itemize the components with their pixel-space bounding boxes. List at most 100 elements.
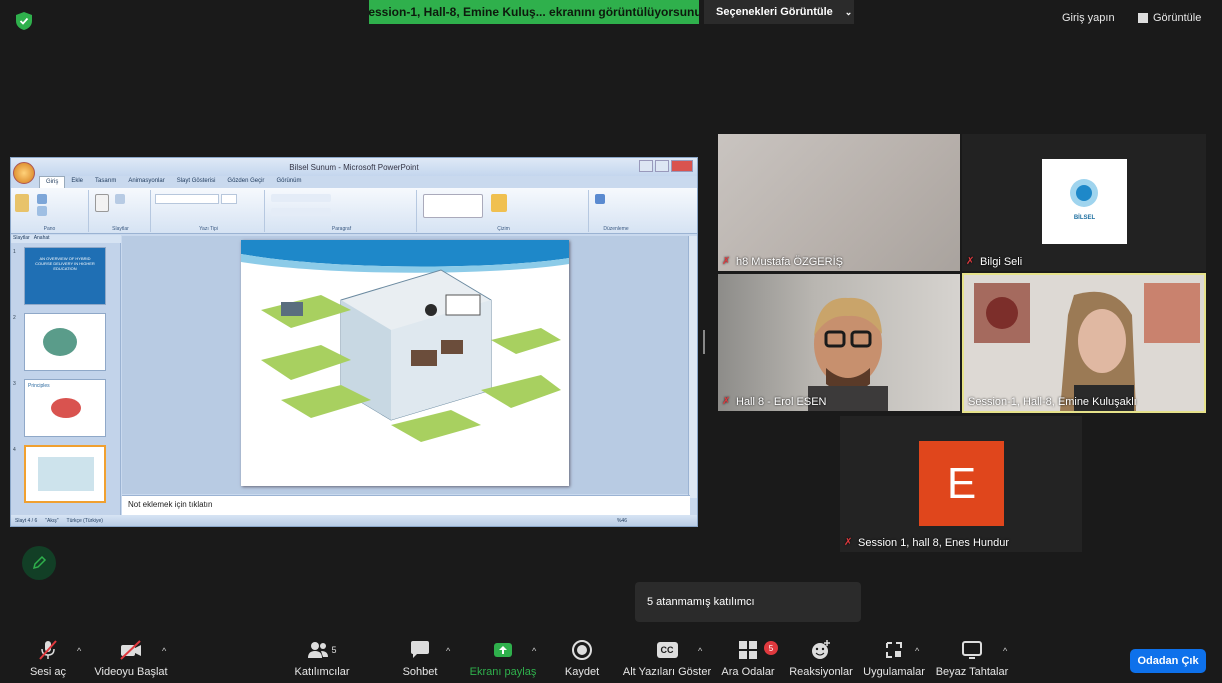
thumb-title: Principles [28,383,50,389]
thumb-graphic [51,398,81,418]
start-video-button[interactable]: Videoyu Başlat [94,638,168,683]
avatar-initial: E [946,458,977,508]
leave-meeting-button[interactable]: Odadan Çık [1130,649,1206,673]
captions-button[interactable]: CC Alt Yazıları Göster [622,638,712,683]
ppt-title: Bilsel Sunum - Microsoft PowerPoint [289,162,419,172]
unmute-button[interactable]: Sesi aç [28,638,68,683]
slides-tab: Slaytlar [13,235,30,241]
minimize-icon [639,160,653,172]
ribbon-group-label: Düzenleme [603,226,629,232]
ribbon-group-slides: Slaytlar [91,190,151,232]
closed-captions-icon: CC [656,638,678,662]
pane-resize-handle[interactable] [703,330,705,354]
reactions-label: Reaksiyonlar [789,666,853,678]
logo-text: BİLSEL [1073,215,1096,221]
slide-thumb-2 [24,313,106,371]
participant-name-text: Bilgi Seli [980,256,1023,268]
ribbon-group-label: Yazı Tipi [199,226,218,232]
ppt-tab: Animasyonlar [128,178,165,184]
video-tile[interactable]: ✗ h8 Mustafa ÖZGERİŞ [718,134,960,271]
ribbon-group-paragraph: Paragraf [267,190,417,232]
mic-muted-icon: ✗ [722,256,731,267]
apps-button[interactable]: Uygulamalar [862,638,926,683]
participant-name-text: Session 1, hall 8, Enes Hundur [858,537,1010,549]
breakout-badge: 5 [764,641,778,655]
shield-icon[interactable] [16,12,32,30]
participant-video [964,275,1204,411]
maximize-icon [655,160,669,172]
video-tile[interactable]: BİLSEL ✗ Bilgi Seli [962,134,1206,271]
participant-name: ✗ Hall 8 - Erol ESEN [722,396,826,408]
chat-label: Sohbet [402,666,438,678]
share-banner-text: Session-1, Hall-8, Emine Kuluş... ekranı… [369,5,699,19]
ribbon-group-editing: Düzenleme [591,190,641,232]
close-icon [671,160,693,172]
participant-video [808,297,888,411]
breakout-rooms-label: Ara Odalar [721,666,775,678]
ppt-tab: Ekle [71,178,84,184]
video-tile-active-speaker[interactable]: Session-1, Hall-8, Emine Kuluşaklı [962,273,1206,413]
tooltip-text: 5 atanmamış katılımcı [647,596,755,608]
slide-thumb-1: AN OVERVIEW OF HYBRID COURSE DELIVERY IN… [24,247,106,305]
status-theme: "Akış" [45,517,59,524]
captions-label: Alt Yazıları Göster [622,666,712,678]
shared-powerpoint-window: Bilsel Sunum - Microsoft PowerPoint Giri… [10,157,698,527]
thumb-number: 1 [13,249,16,255]
mic-muted-icon [36,638,60,662]
view-layout-button[interactable]: Görüntüle [1138,12,1201,24]
chevron-up-icon[interactable]: ^ [446,646,450,656]
bilsel-logo: BİLSEL [1042,159,1127,244]
chevron-up-icon[interactable]: ^ [1003,646,1007,656]
signin-link[interactable]: Giriş yapın [1062,12,1115,24]
thumb-number: 4 [13,447,16,453]
record-button[interactable]: Kaydet [562,638,602,683]
font-size-box [221,194,237,204]
annotate-button[interactable] [22,546,56,580]
chevron-up-icon[interactable]: ^ [162,646,166,656]
ribbon-group-label: Slaytlar [112,226,129,232]
slide-canvas [122,236,690,494]
participants-button[interactable]: 5 Katılımcılar [294,638,350,683]
participant-name: Session-1, Hall-8, Emine Kuluşaklı [968,396,1137,408]
view-options-label: Seçenekleri Görüntüle [716,6,833,18]
chevron-up-icon[interactable]: ^ [532,646,536,656]
share-screen-button[interactable]: Ekranı paylaş [470,638,536,683]
reactions-button[interactable]: Reaksiyonlar [789,638,853,683]
whiteboards-label: Beyaz Tahtalar [935,666,1009,678]
participants-icon: 5 [307,638,337,662]
chevron-up-icon[interactable]: ^ [698,646,702,656]
cc-glyph: CC [656,642,678,658]
slide-scrollbar [688,236,697,498]
participants-count: 5 [331,645,337,655]
ppt-tab: Gözden Geçir [227,178,265,184]
video-tile[interactable]: E ✗ Session 1, hall 8, Enes Hundur [840,416,1082,552]
participant-name-text: Hall 8 - Erol ESEN [736,396,827,408]
ribbon-group-label: Paragraf [331,226,352,232]
emoji-icon [810,638,832,662]
ppt-window-controls [639,160,693,172]
participant-name: ✗ Bilgi Seli [966,256,1022,268]
slide-thumbnails: 1 AN OVERVIEW OF HYBRID COURSE DELIVERY … [11,243,121,516]
mic-muted-icon: ✗ [844,537,853,548]
status-language: Türkçe (Türkiye) [66,517,103,524]
video-tile[interactable]: ✗ Hall 8 - Erol ESEN [718,274,960,411]
mic-muted-icon: ✗ [722,396,731,407]
thumb-number: 3 [13,381,16,387]
chevron-up-icon[interactable]: ^ [915,646,919,656]
ribbon-group-font: Yazı Tipi [153,190,265,232]
arrange-icon [491,194,507,212]
breakout-rooms-button[interactable]: 5 Ara Odalar [721,638,778,683]
view-layout-label: Görüntüle [1153,12,1202,24]
view-options-button[interactable]: Seçenekleri Görüntüle ⌄ [704,0,854,24]
chevron-up-icon[interactable]: ^ [77,646,81,656]
ppt-tab: Görünüm [276,178,302,184]
layout-icon [115,194,125,204]
ribbon-group-clipboard: Pano [11,190,89,232]
shapes-gallery-icon [423,194,483,218]
participant-name-text: h8 Mustafa ÖZGERİŞ [736,256,843,268]
ppt-tab: Slayt Gösterisi [176,178,216,184]
share-screen-icon [492,638,514,662]
chat-button[interactable]: Sohbet [400,638,440,683]
whiteboards-button[interactable]: Beyaz Tahtalar [935,638,1009,683]
status-zoom: %46 [616,517,627,524]
